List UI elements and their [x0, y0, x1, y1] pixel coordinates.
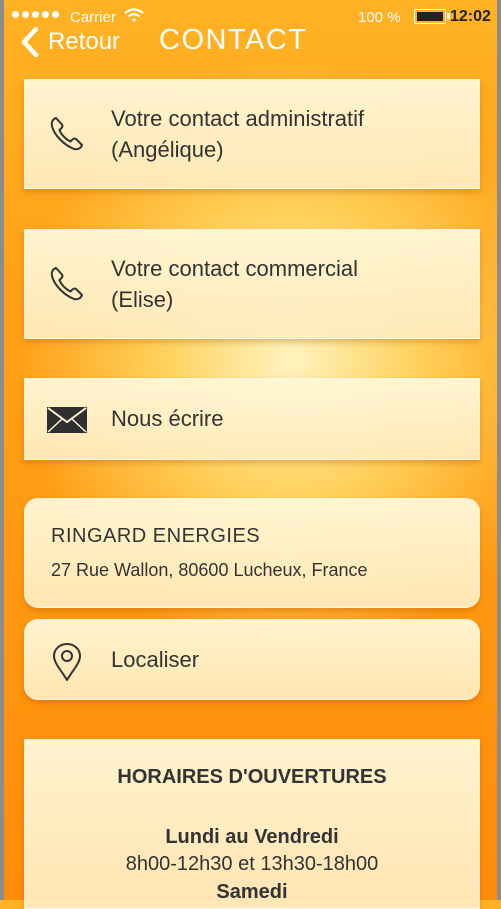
phone-icon: [50, 267, 83, 301]
device-frame-right: [497, 0, 501, 900]
company-name: RINGARD ENERGIES: [51, 525, 261, 547]
phone-icon: [50, 117, 83, 151]
signal-strength-icon: [12, 11, 59, 18]
chevron-left-icon: [21, 26, 39, 58]
write-us-label: Nous écrire: [111, 406, 224, 431]
envelope-icon: [47, 407, 87, 433]
navigation-bar: Retour CONTACT: [4, 22, 497, 62]
back-button[interactable]: Retour: [18, 22, 120, 62]
page-title: CONTACT: [159, 24, 308, 56]
back-button-label: Retour: [48, 28, 121, 55]
map-pin-icon: [53, 643, 81, 681]
company-address: 27 Rue Wallon, 80600 Lucheux, France: [51, 560, 368, 580]
contact-admin-card[interactable]: Votre contact administratif (Angélique): [24, 79, 480, 189]
saturday-label: Samedi: [216, 881, 288, 903]
weekday-label: Lundi au Vendredi: [165, 826, 339, 848]
locate-card[interactable]: Localiser: [24, 619, 480, 700]
opening-hours-title: HORAIRES D'OUVERTURES: [117, 766, 387, 788]
contact-commercial-label: Votre contact commercial (Elise): [111, 256, 358, 312]
write-us-card[interactable]: Nous écrire: [24, 378, 480, 460]
contact-admin-label: Votre contact administratif (Angélique): [111, 106, 365, 162]
device-frame-left: [0, 0, 4, 900]
wifi-icon: [124, 8, 144, 22]
company-address-card: RINGARD ENERGIES 27 Rue Wallon, 80600 Lu…: [24, 498, 480, 608]
opening-hours-card: HORAIRES D'OUVERTURES Lundi au Vendredi …: [24, 739, 480, 909]
weekday-hours: 8h00-12h30 et 13h30-18h00: [125, 853, 379, 875]
contact-commercial-card[interactable]: Votre contact commercial (Elise): [24, 229, 480, 339]
locate-label: Localiser: [111, 647, 200, 672]
